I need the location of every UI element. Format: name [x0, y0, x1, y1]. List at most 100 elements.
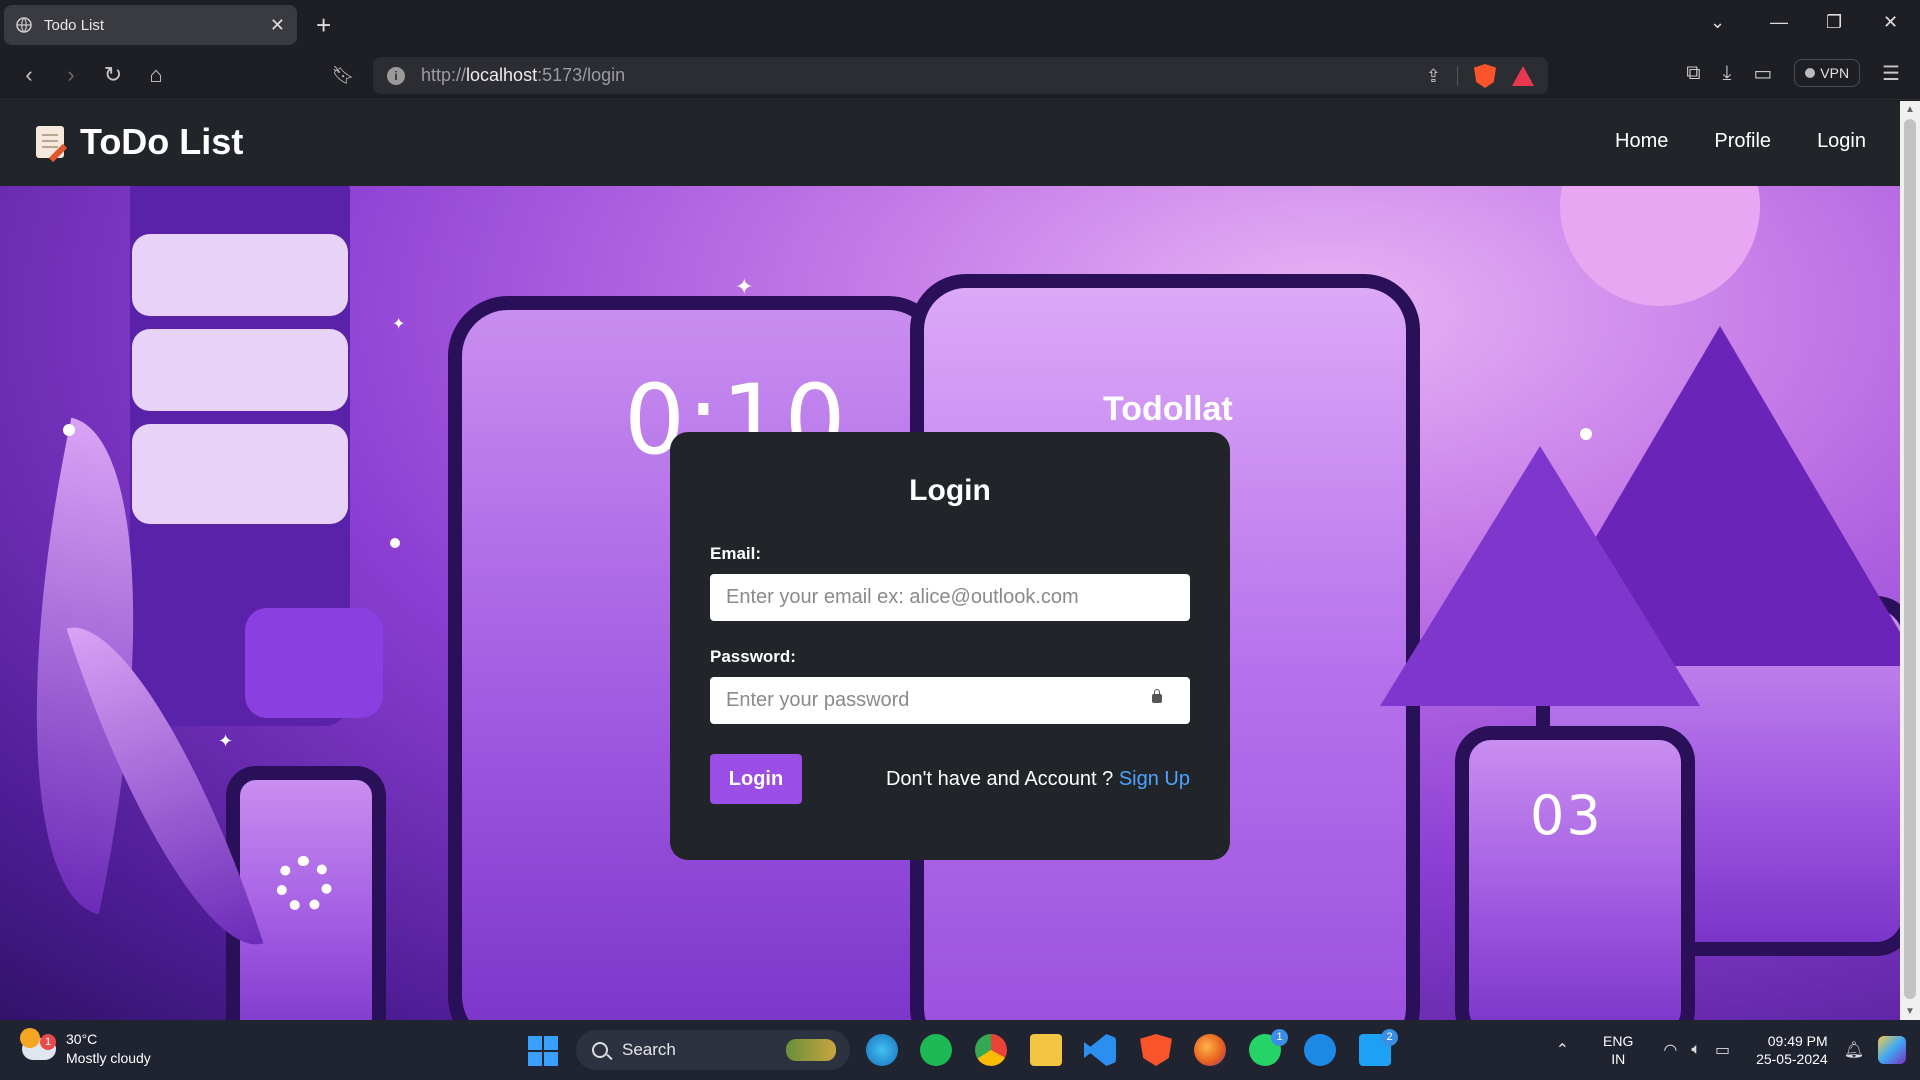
media-player-icon[interactable] [1304, 1034, 1336, 1066]
signup-prompt: Don't have and Account ? Sign Up [886, 768, 1190, 791]
tab-list-chevron-icon[interactable]: ⌄ [1710, 12, 1725, 33]
memo-icon [36, 126, 64, 158]
globe-icon [16, 17, 32, 33]
weather-cloud-icon: 1 [20, 1028, 56, 1060]
system-tray: ⌃ ENG IN ◠ 🔈︎ ▭ 09:49 PM 25-05-2024 🔔︎ [1556, 1020, 1920, 1080]
dot-decoration [390, 538, 400, 548]
close-tab-icon[interactable]: ✕ [270, 15, 285, 36]
scroll-up-icon[interactable]: ▲ [1905, 104, 1915, 115]
forward-icon[interactable]: › [58, 62, 84, 88]
vpn-button[interactable]: VPN [1794, 59, 1861, 87]
chevron-up-icon[interactable]: ⌃ [1556, 1040, 1569, 1060]
weather-badge: 1 [40, 1034, 56, 1050]
brave-shields-icon[interactable] [1474, 64, 1496, 88]
vscode-icon[interactable] [1084, 1034, 1116, 1066]
web-page: ToDo List Home Profile Login 0:10 Todoll… [0, 101, 1900, 1020]
sparkle-icon: ✦ [218, 731, 234, 751]
notification-bell-icon[interactable]: 🔔︎ [1844, 1040, 1864, 1060]
weather-widget[interactable]: 1 30°C Mostly cloudy [20, 1028, 151, 1068]
edge-icon[interactable] [866, 1034, 898, 1066]
restore-icon[interactable]: ❐ [1826, 12, 1842, 33]
brave-rewards-icon[interactable] [1512, 66, 1534, 86]
windows-start-icon[interactable] [528, 1036, 558, 1066]
nav-link-profile[interactable]: Profile [1714, 130, 1771, 153]
weather-desc: Mostly cloudy [66, 1050, 151, 1066]
nav-link-home[interactable]: Home [1615, 130, 1668, 153]
windows-taskbar: 1 30°C Mostly cloudy Search 1 2 ⌃ ENG IN… [0, 1020, 1920, 1080]
address-toolbar: ‹ › ↻ ⌂ 🔖︎ i http://localhost:5173/login… [0, 50, 1920, 100]
page-scrollbar[interactable]: ▲ ▼ [1900, 101, 1920, 1020]
share-icon[interactable]: ⇪ [1426, 66, 1441, 87]
search-highlight-icon [786, 1039, 836, 1061]
minimize-icon[interactable]: — [1770, 12, 1788, 33]
vpn-shield-icon [1805, 68, 1816, 78]
login-button[interactable]: Login [710, 754, 802, 804]
sparkle-icon: ✦ [735, 274, 754, 299]
whatsapp-icon[interactable]: 1 [1249, 1029, 1288, 1066]
site-navbar: ToDo List Home Profile Login [0, 101, 1900, 186]
firefox-icon[interactable] [1194, 1034, 1226, 1066]
wifi-icon[interactable]: ◠ [1663, 1040, 1677, 1060]
close-window-icon[interactable]: ✕ [1883, 12, 1898, 33]
chat-widget [245, 608, 383, 718]
scroll-down-icon[interactable]: ▼ [1905, 1006, 1915, 1017]
new-tab-icon[interactable]: + [316, 10, 331, 40]
phone-app-title: Todollat [1103, 390, 1233, 428]
password-label: Password: [710, 647, 796, 666]
email-label: Email: [710, 544, 762, 563]
left-card [132, 329, 348, 411]
browser-tab[interactable]: Todo List ✕ [4, 5, 297, 45]
extensions-icon[interactable]: ⧉ [1686, 62, 1700, 85]
menu-icon[interactable]: ☰ [1882, 61, 1900, 86]
bookmark-icon[interactable]: 🔖︎ [330, 62, 356, 88]
signup-link[interactable]: Sign Up [1119, 768, 1190, 790]
email-input[interactable] [726, 586, 1174, 609]
signup-prompt-text: Don't have and Account ? [885, 767, 1119, 790]
clock[interactable]: 09:49 PM 25-05-2024 [1756, 1032, 1828, 1068]
language-indicator[interactable]: ENG IN [1603, 1032, 1633, 1068]
search-icon [592, 1042, 608, 1058]
chrome-icon[interactable] [975, 1034, 1007, 1066]
divider [1457, 66, 1458, 86]
site-info-icon[interactable]: i [387, 66, 405, 85]
password-field-wrapper [710, 677, 1190, 724]
small-phone-illustration [1455, 726, 1695, 1020]
login-card: Login Email: Password: Login Don't have … [670, 432, 1230, 860]
wallet-icon[interactable]: ▭ [1753, 61, 1772, 86]
lock-icon[interactable] [1152, 689, 1162, 703]
whatsapp-badge: 1 [1271, 1029, 1288, 1046]
left-card [132, 234, 348, 316]
file-explorer-icon[interactable] [1030, 1034, 1062, 1066]
gear-icon [276, 856, 332, 912]
reload-icon[interactable]: ↻ [100, 62, 126, 88]
dot-decoration [63, 424, 75, 436]
browser-tab-strip: Todo List ✕ + ⌄ — ❐ ✕ [0, 0, 1920, 50]
twitter-icon[interactable]: 2 [1359, 1029, 1398, 1066]
password-input[interactable] [726, 689, 1174, 712]
search-label: Search [622, 1040, 676, 1059]
moon-decoration [1560, 186, 1760, 306]
scroll-thumb[interactable] [1904, 119, 1916, 999]
sparkle-icon: ✦ [392, 316, 406, 333]
volume-icon[interactable]: 🔈︎ [1691, 1041, 1701, 1059]
brave-icon[interactable] [1140, 1034, 1172, 1066]
home-icon[interactable]: ⌂ [143, 62, 169, 88]
brand[interactable]: ToDo List [36, 121, 243, 163]
back-icon[interactable]: ‹ [16, 62, 42, 88]
dot-decoration [1580, 428, 1592, 440]
nav-link-login[interactable]: Login [1817, 130, 1866, 153]
address-bar[interactable]: i http://localhost:5173/login ⇪ [373, 57, 1548, 94]
tab-title: Todo List [44, 16, 105, 34]
small-phone-number: 03 [1530, 784, 1603, 847]
url-text[interactable]: http://localhost:5173/login [421, 65, 625, 86]
twitter-badge: 2 [1381, 1029, 1398, 1046]
email-field-wrapper [710, 574, 1190, 621]
login-title: Login [909, 474, 991, 507]
taskbar-search[interactable]: Search [576, 1030, 850, 1070]
weather-temp: 30°C [66, 1031, 98, 1047]
spotify-icon[interactable] [920, 1034, 952, 1066]
download-icon[interactable]: ⤓ [1723, 62, 1732, 85]
copilot-icon[interactable] [1878, 1036, 1906, 1064]
battery-icon[interactable]: ▭ [1715, 1040, 1730, 1060]
brand-title: ToDo List [80, 121, 244, 162]
